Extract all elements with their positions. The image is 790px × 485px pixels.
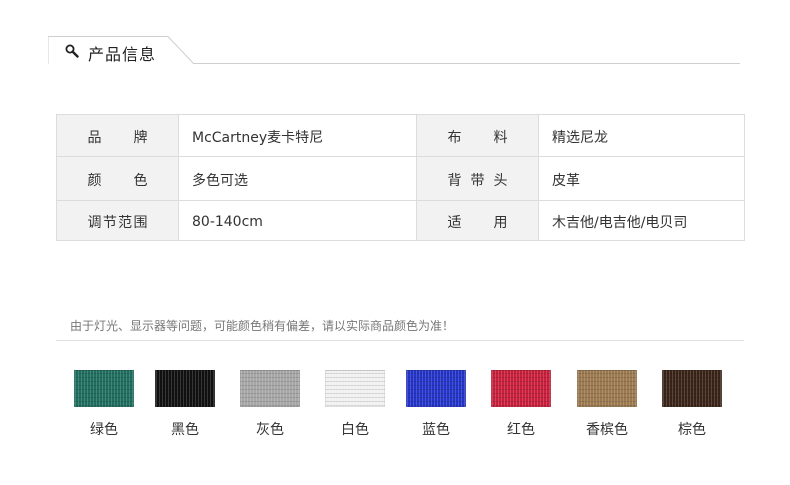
swatch-color [491,370,551,407]
swatch-color [577,370,637,407]
spec-value: 80-140cm [178,200,417,241]
swatch-brown[interactable]: 棕色 [662,370,732,438]
spec-value: 皮革 [538,156,745,201]
swatch-green[interactable]: 绿色 [74,370,144,438]
table-row: 调节范围 80-140cm 适用 木吉他/电吉他/电贝司 [56,200,745,241]
divider [56,340,744,341]
spec-label: 布料 [416,114,539,157]
swatch-label: 蓝色 [422,422,450,438]
swatch-color [325,370,385,407]
spec-value: 精选尼龙 [538,114,745,157]
swatch-red[interactable]: 红色 [491,370,561,438]
swatch-color [662,370,722,407]
spec-label: 调节范围 [56,200,179,241]
swatch-label: 绿色 [90,422,118,438]
section-header: 产品信息 [48,36,740,66]
swatch-black[interactable]: 黑色 [155,370,225,438]
swatch-label: 红色 [507,422,535,438]
swatch-champagne[interactable]: 香槟色 [577,370,647,438]
header-tab: 产品信息 [48,36,195,65]
spec-value: McCartney麦卡特尼 [178,114,417,157]
swatch-color [155,370,215,407]
swatch-color [406,370,466,407]
section-title: 产品信息 [88,45,157,64]
swatch-color [240,370,300,407]
spec-label: 颜色 [56,156,179,201]
swatch-label: 香槟色 [586,422,628,438]
spec-table: 品牌 McCartney麦卡特尼 布料 精选尼龙 颜色 多色可选 背带头 皮革 … [56,114,745,241]
spec-value: 木吉他/电吉他/电贝司 [538,200,745,241]
spec-label: 适用 [416,200,539,241]
spec-label: 背带头 [416,156,539,201]
swatch-white[interactable]: 白色 [325,370,395,438]
color-disclaimer: 由于灯光、显示器等问题，可能颜色稍有偏差，请以实际商品颜色为准！ [70,319,455,333]
spec-value: 多色可选 [178,156,417,201]
spec-label: 品牌 [56,114,179,157]
magnifier-icon [65,44,79,58]
swatch-label: 棕色 [678,422,706,438]
swatch-gray[interactable]: 灰色 [240,370,310,438]
table-row: 颜色 多色可选 背带头 皮革 [56,156,745,201]
swatch-color [74,370,134,407]
swatch-label: 白色 [341,422,369,438]
swatch-blue[interactable]: 蓝色 [406,370,476,438]
swatch-label: 黑色 [171,422,199,438]
swatch-label: 灰色 [256,422,284,438]
color-swatches: 绿色 黑色 灰色 白色 蓝色 红色 香槟色 棕色 [56,370,744,440]
table-row: 品牌 McCartney麦卡特尼 布料 精选尼龙 [56,114,745,157]
